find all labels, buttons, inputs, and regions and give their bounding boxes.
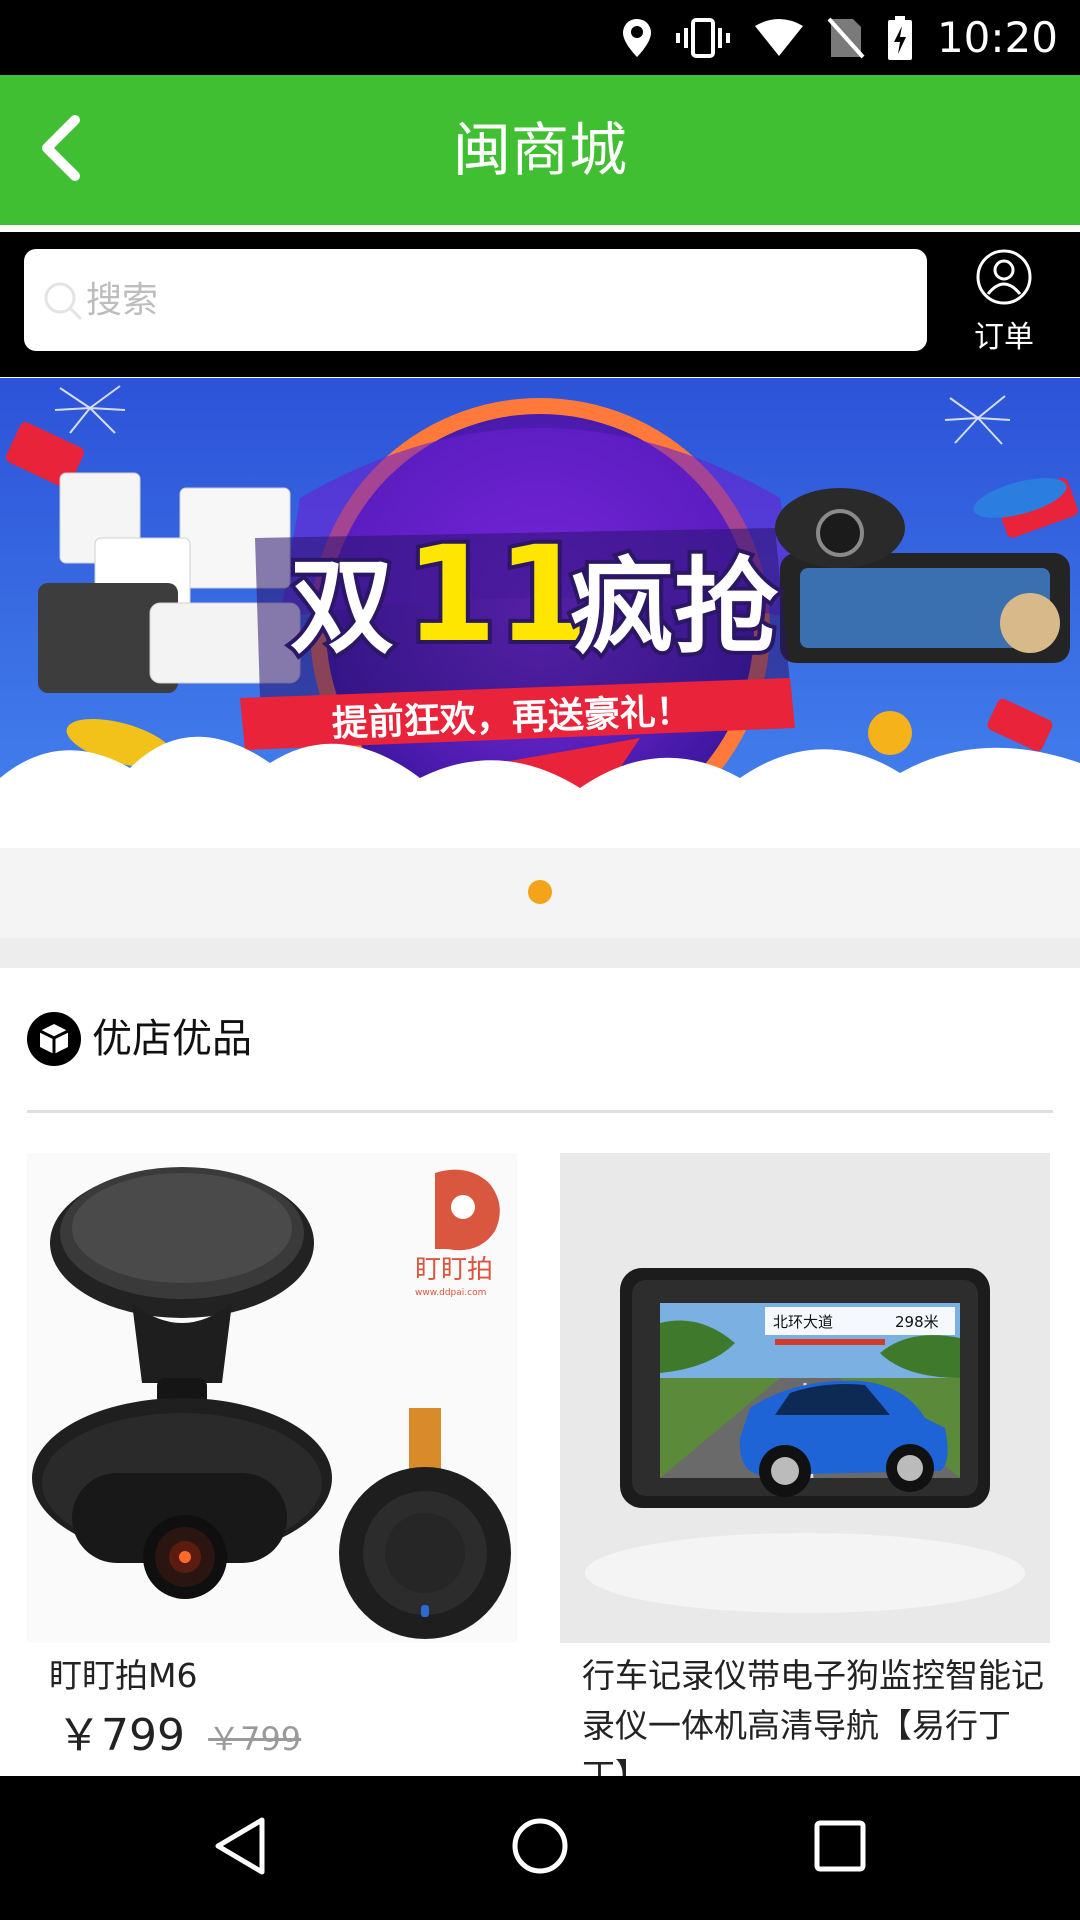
header-divider (0, 225, 1080, 232)
search-input[interactable] (86, 249, 906, 351)
product-name: 盯盯拍M6 (49, 1656, 198, 1695)
section-title: 优店优品 (92, 1016, 252, 1062)
vibrate-icon (675, 17, 731, 58)
wifi-icon (753, 18, 805, 58)
status-icons: 10:20 (621, 0, 1058, 75)
search-bar: 订单 (0, 232, 1080, 377)
box-icon (27, 1012, 81, 1070)
battery-charging-icon (887, 15, 913, 60)
brand-logo-text: 盯盯拍 (415, 1255, 493, 1285)
nav-home-button[interactable] (500, 1812, 580, 1884)
nav-back-button[interactable] (200, 1812, 280, 1884)
product-original-price: ￥799 (208, 1720, 302, 1758)
no-sim-icon (827, 17, 865, 59)
page-title: 闽商城 (452, 116, 627, 184)
banner-artwork: 双 11 疯抢 提前狂欢，再送豪礼！ (0, 378, 1080, 938)
nav-recents-button[interactable] (800, 1812, 880, 1884)
section-divider (27, 1110, 1053, 1113)
price-row: ￥799 ￥799 (27, 1699, 517, 1763)
status-time: 10:20 (936, 13, 1058, 62)
status-bar: 10:20 (0, 0, 1080, 75)
banner-headline-number: 11 (405, 518, 589, 672)
banner-headline-prefix: 双 (290, 546, 394, 668)
system-nav-bar (0, 1776, 1080, 1920)
product-card[interactable]: 北环大道 298米 行车记录仪带电子狗监控智能记录仪一体机高清导航【易行丁丁】 (560, 1153, 1050, 1801)
search-icon (42, 280, 84, 326)
orders-button[interactable]: 订单 (948, 248, 1060, 360)
product-image: 盯盯拍 www.ddpai.com (27, 1153, 517, 1643)
back-triangle-icon (212, 1816, 268, 1880)
product-image: 北环大道 298米 (560, 1153, 1050, 1643)
section-gap (0, 938, 1080, 968)
user-icon (975, 248, 1033, 310)
promo-banner[interactable]: 双 11 疯抢 提前狂欢，再送豪礼！ (0, 378, 1080, 938)
app-header: 闽商城 (0, 75, 1080, 225)
orders-label: 订单 (974, 320, 1034, 355)
product-price: ￥799 (57, 1710, 185, 1761)
recents-square-icon (812, 1818, 868, 1878)
product-card[interactable]: 盯盯拍 www.ddpai.com 盯盯拍M6 ￥799 ￥799 (27, 1153, 517, 1763)
section-header: 优店优品 (0, 968, 1080, 1110)
location-icon (621, 17, 653, 59)
search-box[interactable] (24, 249, 927, 351)
home-circle-icon (510, 1816, 570, 1880)
screen-distance: 298米 (895, 1313, 939, 1331)
brand-url: www.ddpai.com (415, 1288, 486, 1298)
carousel-dot-active[interactable] (528, 880, 552, 904)
banner-headline-suffix: 疯抢 (570, 546, 779, 668)
screen-road-label: 北环大道 (773, 1313, 833, 1331)
